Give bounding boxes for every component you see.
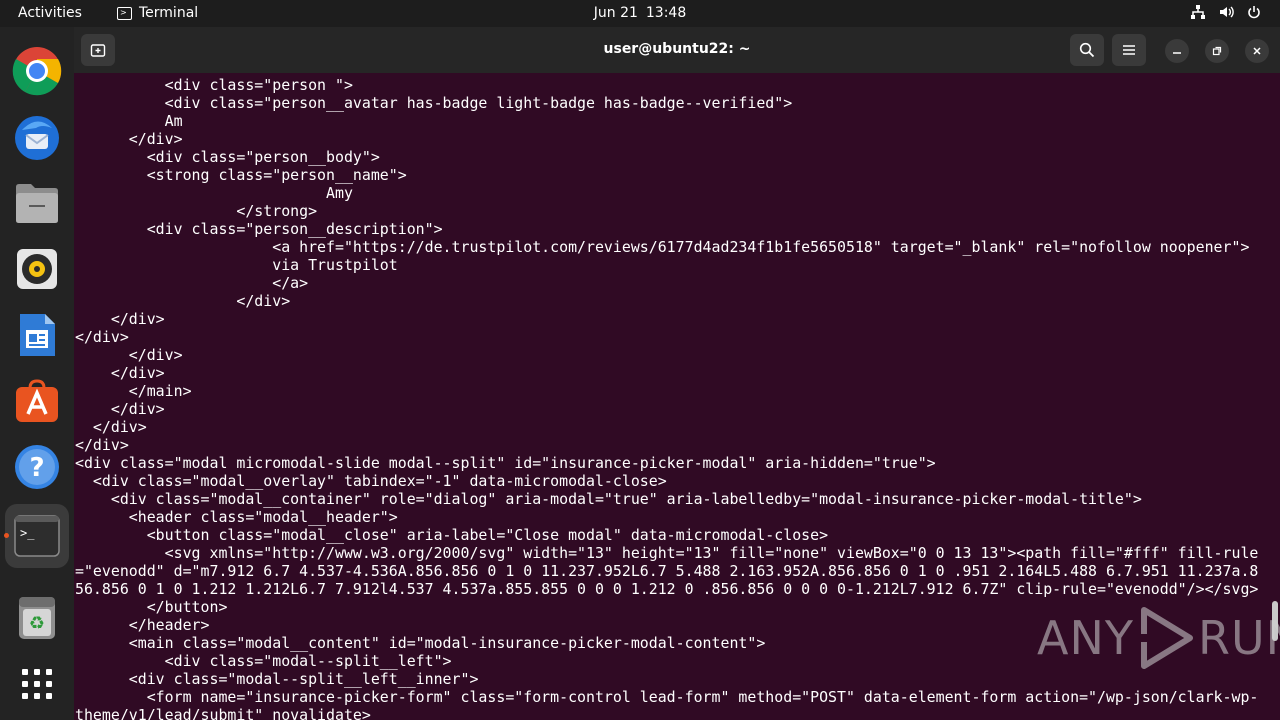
terminal-line: </div> [75, 364, 165, 382]
terminal-line: <svg xmlns="http://www.w3.org/2000/svg" … [75, 544, 1259, 562]
clock-time: 13:48 [645, 5, 687, 21]
svg-text:?: ? [29, 453, 44, 483]
terminal-line: </div> [75, 346, 183, 364]
rhythmbox-icon[interactable] [12, 244, 62, 294]
svg-text:♻: ♻ [29, 613, 45, 634]
dock: ? >_ ♻ [0, 27, 74, 720]
terminal-line: Am [75, 112, 183, 130]
terminal-line: </strong> [75, 202, 318, 220]
terminal-line: <div class="modal micromodal-slide modal… [75, 454, 936, 472]
terminal-line: via Trustpilot [75, 256, 398, 274]
terminal-line: <div class="person__description"> [75, 220, 443, 238]
system-tray[interactable] [1190, 4, 1262, 20]
chrome-icon[interactable] [12, 46, 62, 96]
svg-text:>_: >_ [20, 526, 35, 540]
terminal-line: <div class="modal__container" role="dial… [75, 490, 1142, 508]
files-icon[interactable] [12, 178, 62, 228]
terminal-line: <form name="insurance-picker-form" class… [75, 688, 1259, 706]
search-button[interactable] [1070, 34, 1104, 66]
terminal-line: <header class="modal__header"> [75, 508, 398, 526]
terminal-line: </div> [75, 292, 291, 310]
terminal-icon[interactable]: >_ [5, 504, 69, 568]
terminal-line: ="evenodd" d="m7.912 6.7 4.537-4.536A.85… [75, 562, 1259, 580]
terminal-line: <a href="https://de.trustpilot.com/revie… [75, 238, 1250, 256]
hamburger-icon [1123, 45, 1135, 55]
terminal-line: </div> [75, 328, 129, 346]
watermark-text-left: ANY [1037, 611, 1134, 665]
running-indicator [4, 533, 9, 538]
terminal-line: </div> [75, 310, 165, 328]
network-icon[interactable] [1190, 4, 1206, 20]
terminal-line: <div class="modal__overlay" tabindex="-1… [75, 472, 667, 490]
terminal-line: <div class="person "> [75, 76, 353, 94]
top-bar: Activities > Terminal Jun 21 13:48 [0, 0, 1280, 27]
terminal-line: <strong class="person__name"> [75, 166, 407, 184]
terminal-line: Amy [75, 184, 353, 202]
menu-button[interactable] [1112, 34, 1146, 66]
maximize-button[interactable] [1205, 39, 1229, 63]
terminal-line: </main> [75, 382, 192, 400]
terminal-line: <div class="person__body"> [75, 148, 380, 166]
terminal-line: 56.856 0 1 0 1.212 1.212L6.7 7.912l4.537… [75, 580, 1259, 598]
play-logo-icon [1139, 607, 1193, 669]
anyrun-watermark: ANY RUN [1037, 606, 1280, 670]
terminal-line: <div class="person__avatar has-badge lig… [75, 94, 793, 112]
terminal-line: <div class="modal--split__left__inner"> [75, 670, 479, 688]
restore-icon [1212, 46, 1222, 56]
clock-date: Jun 21 [593, 5, 638, 21]
terminal-line: </div> [75, 418, 147, 436]
terminal-line: theme/v1/lead/submit" novalidate> [75, 706, 371, 720]
search-icon [1079, 42, 1095, 58]
close-icon [1253, 47, 1261, 55]
minimize-icon [1173, 52, 1181, 54]
help-icon[interactable]: ? [12, 442, 62, 492]
thunderbird-icon[interactable] [12, 112, 62, 162]
volume-icon[interactable] [1218, 4, 1234, 20]
show-apps-icon[interactable] [12, 659, 62, 709]
minimize-button[interactable] [1165, 39, 1189, 63]
terminal-line: <button class="modal__close" aria-label=… [75, 526, 829, 544]
watermark-text-right: RUN [1197, 611, 1280, 665]
app-center-icon[interactable] [12, 376, 62, 426]
writer-icon[interactable] [12, 310, 62, 360]
terminal-line: </div> [75, 400, 165, 418]
terminal-line: </div> [75, 130, 183, 148]
title-bar[interactable]: user@ubuntu22: ~ [74, 27, 1280, 73]
terminal-line: </a> [75, 274, 309, 292]
clock[interactable]: Jun 21 13:48 [0, 5, 1280, 21]
terminal-line: </div> [75, 436, 129, 454]
trash-icon[interactable]: ♻ [12, 593, 62, 643]
close-button[interactable] [1245, 39, 1269, 63]
power-icon[interactable] [1246, 4, 1262, 20]
